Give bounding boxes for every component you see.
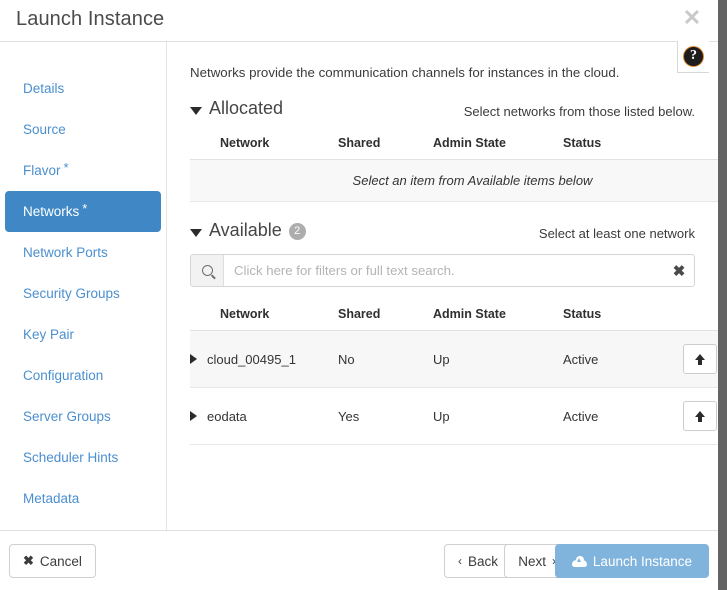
sidebar-item-flavor[interactable]: Flavor *: [5, 150, 161, 191]
sidebar-item-configuration[interactable]: Configuration: [5, 355, 161, 396]
search-icon[interactable]: [191, 255, 224, 286]
sidebar-item-label: Metadata: [23, 491, 79, 506]
sidebar-item-metadata[interactable]: Metadata: [5, 478, 161, 519]
allocated-section-header: Allocated Select networks from those lis…: [190, 98, 695, 124]
close-icon[interactable]: ✕: [680, 6, 704, 30]
back-button[interactable]: ‹ Back: [444, 544, 512, 578]
cell-shared: No: [338, 331, 433, 388]
sidebar-item-label: Network Ports: [23, 245, 108, 260]
required-asterisk: *: [64, 161, 69, 174]
modal-body: Details Source Flavor * Networks * Netwo…: [0, 42, 718, 530]
sidebar-item-security-groups[interactable]: Security Groups: [5, 273, 161, 314]
column-header-shared: Shared: [338, 301, 433, 331]
clear-search-icon[interactable]: ✖: [664, 255, 694, 286]
cell-network: eodata: [190, 388, 338, 445]
column-header-shared: Shared: [338, 130, 433, 160]
back-label: Back: [468, 554, 498, 569]
cell-shared: Yes: [338, 388, 433, 445]
required-asterisk: *: [82, 202, 87, 215]
chevron-right-icon[interactable]: [190, 354, 197, 364]
sidebar-item-network-ports[interactable]: Network Ports: [5, 232, 161, 273]
column-header-status: Status: [563, 301, 683, 331]
available-title: Available: [209, 220, 282, 241]
magnifier-glyph: [202, 265, 213, 276]
sidebar-item-label: Security Groups: [23, 286, 120, 301]
sidebar-item-server-groups[interactable]: Server Groups: [5, 396, 161, 437]
network-name: eodata: [207, 409, 247, 424]
sidebar-item-label: Details: [23, 81, 64, 96]
search-bar[interactable]: ✖: [190, 254, 695, 287]
cell-actions: [683, 331, 718, 388]
sidebar-item-scheduler-hints[interactable]: Scheduler Hints: [5, 437, 161, 478]
available-table: Network Shared Admin State Status: [190, 301, 718, 445]
sidebar-item-label: Networks: [23, 204, 79, 219]
help-button[interactable]: ?: [677, 41, 709, 73]
sidebar-item-networks[interactable]: Networks *: [5, 191, 161, 232]
allocated-table: Network Shared Admin State Status Select…: [190, 130, 718, 202]
cell-status: Active: [563, 331, 683, 388]
next-label: Next: [518, 554, 546, 569]
table-row[interactable]: cloud_00495_1 No Up Active: [190, 331, 718, 388]
modal-footer: ✖ Cancel ‹ Back Next › Launch Instance: [0, 530, 718, 590]
cell-actions: [683, 388, 718, 445]
cell-network: cloud_00495_1: [190, 331, 338, 388]
sidebar-item-key-pair[interactable]: Key Pair: [5, 314, 161, 355]
sidebar-item-label: Server Groups: [23, 409, 111, 424]
help-circle-icon: ?: [683, 46, 704, 67]
chevron-down-icon[interactable]: [190, 107, 202, 115]
available-count-badge: 2: [289, 223, 306, 240]
column-header-status: Status: [563, 130, 683, 160]
allocated-hint: Select networks from those listed below.: [464, 104, 695, 119]
allocated-empty-row: Select an item from Available items belo…: [190, 160, 718, 202]
page-scrollbar[interactable]: [718, 0, 727, 590]
networks-step-panel: Networks provide the communication chann…: [167, 42, 718, 530]
launch-instance-button[interactable]: Launch Instance: [555, 544, 709, 578]
chevron-down-icon[interactable]: [190, 229, 202, 237]
arrow-up-icon: [695, 411, 706, 422]
wizard-sidebar: Details Source Flavor * Networks * Netwo…: [0, 42, 167, 530]
sidebar-item-source[interactable]: Source: [5, 109, 161, 150]
cloud-upload-icon: [572, 556, 587, 567]
cell-admin-state: Up: [433, 388, 563, 445]
step-description: Networks provide the communication chann…: [190, 64, 695, 81]
column-header-admin-state: Admin State: [433, 301, 563, 331]
allocated-title: Allocated: [209, 98, 283, 119]
column-header-actions: [683, 301, 718, 331]
close-x-icon: ✖: [23, 553, 34, 569]
available-section-header: Available 2 Select at least one network: [190, 220, 695, 246]
arrow-up-icon: [695, 354, 706, 365]
sidebar-item-label: Flavor: [23, 163, 61, 178]
column-header-network: Network: [190, 130, 338, 160]
table-header-row: Network Shared Admin State Status: [190, 130, 718, 160]
table-header-row: Network Shared Admin State Status: [190, 301, 718, 331]
allocate-network-button[interactable]: [683, 344, 717, 374]
allocated-empty-text: Select an item from Available items belo…: [190, 160, 718, 202]
sidebar-item-details[interactable]: Details: [5, 68, 161, 109]
column-header-network: Network: [190, 301, 338, 331]
available-hint: Select at least one network: [539, 226, 695, 241]
cell-admin-state: Up: [433, 331, 563, 388]
page-title: Launch Instance: [16, 8, 164, 31]
sidebar-item-label: Configuration: [23, 368, 103, 383]
sidebar-item-label: Source: [23, 122, 66, 137]
search-input[interactable]: [224, 255, 664, 286]
launch-instance-modal: Launch Instance ✕ ? Details Source Flavo…: [0, 0, 727, 590]
chevron-right-icon[interactable]: [190, 411, 197, 421]
cancel-label: Cancel: [40, 554, 82, 569]
launch-label: Launch Instance: [593, 554, 692, 569]
cell-status: Active: [563, 388, 683, 445]
cancel-button[interactable]: ✖ Cancel: [9, 544, 96, 578]
table-row[interactable]: eodata Yes Up Active: [190, 388, 718, 445]
allocate-network-button[interactable]: [683, 401, 717, 431]
sidebar-item-label: Scheduler Hints: [23, 450, 118, 465]
sidebar-item-label: Key Pair: [23, 327, 74, 342]
column-header-actions: [683, 130, 718, 160]
network-name: cloud_00495_1: [207, 352, 296, 367]
chevron-left-icon: ‹: [458, 554, 462, 568]
column-header-admin-state: Admin State: [433, 130, 563, 160]
modal-header: Launch Instance ✕: [0, 0, 718, 42]
modal-container: Launch Instance ✕ ? Details Source Flavo…: [0, 0, 718, 590]
